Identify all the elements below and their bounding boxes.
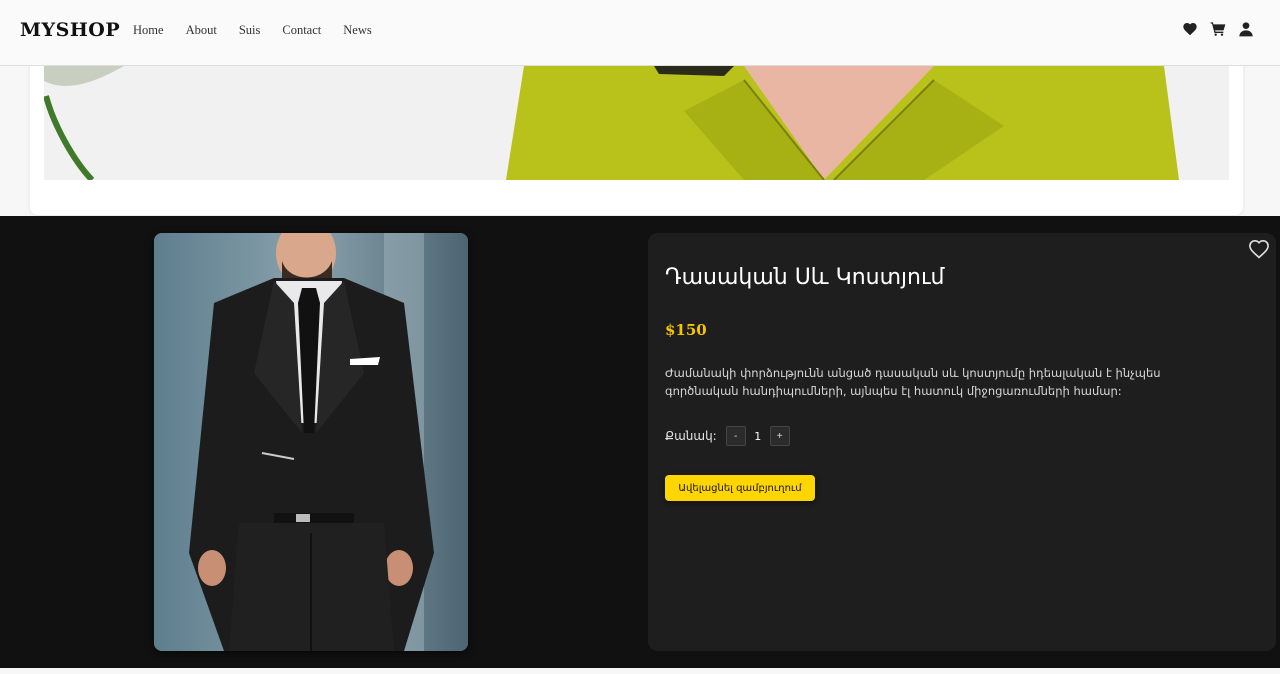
- logo[interactable]: MYSHOP: [20, 19, 120, 41]
- quantity-value: 1: [754, 429, 762, 443]
- banner-image: [44, 66, 1229, 180]
- quantity-label: Քանակ:: [665, 429, 717, 443]
- header-icons: [1182, 21, 1254, 37]
- product-price: $150: [665, 321, 707, 339]
- footer-strip: [0, 668, 1280, 674]
- product-image: [154, 233, 468, 651]
- nav-suis[interactable]: Suis: [239, 23, 261, 38]
- product-title: Դասական Սև Կոստյում: [665, 265, 945, 290]
- nav-news[interactable]: News: [343, 23, 371, 38]
- heart-icon[interactable]: [1182, 21, 1198, 37]
- top-navbar: MYSHOP Home About Suis Contact News: [0, 0, 1280, 66]
- product-details-card: Դասական Սև Կոստյում $150 Ժամանակի փորձու…: [648, 233, 1276, 651]
- decrement-button[interactable]: -: [725, 426, 746, 446]
- product-description: Ժամանակի փորձությունն անցած դասական սև կ…: [665, 366, 1161, 398]
- nav-about[interactable]: About: [186, 23, 217, 38]
- nav-home[interactable]: Home: [133, 23, 164, 38]
- heart-outline-icon[interactable]: [1248, 239, 1270, 259]
- product-section: Դասական Սև Կոստյում $150 Ժամանակի փորձու…: [0, 216, 1280, 668]
- increment-button[interactable]: +: [769, 426, 790, 446]
- user-icon[interactable]: [1238, 21, 1254, 37]
- quantity-stepper: Քանակ: - 1 +: [665, 426, 790, 446]
- add-to-cart-button[interactable]: Ավելացնել զամբյուղում: [665, 475, 815, 501]
- cart-icon[interactable]: [1210, 21, 1226, 37]
- main-nav: Home About Suis Contact News: [133, 23, 394, 38]
- nav-contact[interactable]: Contact: [282, 23, 321, 38]
